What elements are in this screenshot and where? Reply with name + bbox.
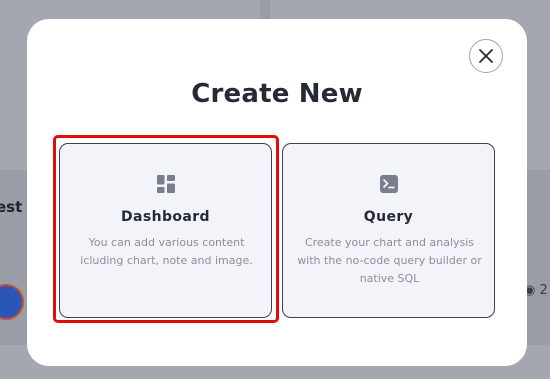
close-button[interactable] — [469, 39, 503, 73]
dashboard-option-description: You can add various content icluding cha… — [80, 236, 253, 267]
query-option-title: Query — [363, 209, 414, 225]
view-count: 2 — [539, 283, 548, 298]
terminal-icon — [380, 175, 398, 193]
close-icon — [479, 49, 493, 63]
dashboard-option-card[interactable]: Dashboard You can add various content ic… — [59, 143, 272, 318]
dashboard-option-title: Dashboard — [121, 209, 210, 225]
dialog-title: Create New — [191, 79, 363, 109]
background-view-count: ◉ 2 — [524, 283, 548, 298]
create-new-dialog: Create New Dashboard You can add various… — [27, 19, 527, 366]
query-option-description: Create your chart and analysis with the … — [297, 236, 482, 285]
dashboard-grid-icon — [157, 175, 175, 193]
background-partial-heading: est — [0, 198, 23, 216]
background-avatar — [0, 284, 24, 320]
query-option-card[interactable]: Query Create your chart and analysis wit… — [282, 143, 495, 318]
